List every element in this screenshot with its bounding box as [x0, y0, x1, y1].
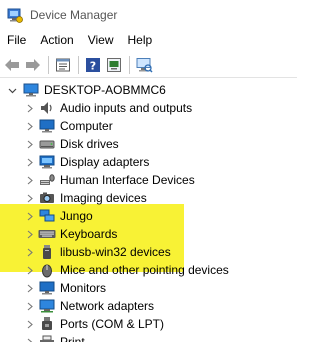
toolbar-separator [129, 55, 130, 74]
chevron-right-icon[interactable] [24, 279, 36, 297]
tree-item-label: Human Interface Devices [60, 173, 195, 187]
forward-arrow-icon[interactable] [23, 55, 43, 75]
tree-item-ports[interactable]: Ports (COM & LPT) [0, 315, 297, 333]
tree-root[interactable]: DESKTOP-AOBMMC6 [0, 81, 297, 99]
tree-item-label: Imaging devices [60, 191, 147, 205]
toolbar: ? [0, 52, 297, 78]
tree-item-label: Keyboards [60, 227, 118, 241]
help-icon[interactable]: ? [83, 55, 103, 75]
tree-item-label: Network adapters [60, 299, 155, 313]
tree-item-mice[interactable]: Mice and other pointing devices [0, 261, 297, 279]
chevron-right-icon[interactable] [24, 315, 36, 333]
window-title: Device Manager [30, 8, 118, 22]
chevron-right-icon[interactable] [24, 333, 36, 342]
title-bar: Device Manager [0, 0, 297, 30]
usb-device-icon [38, 244, 56, 260]
tree-item-label: Display adapters [60, 155, 150, 169]
chevron-down-icon[interactable] [6, 81, 18, 99]
tree-item-display-adapters[interactable]: Display adapters [0, 153, 297, 171]
tree-item-label: libusb-win32 devices [60, 245, 171, 259]
menu-view[interactable]: View [81, 30, 121, 50]
svg-text:?: ? [90, 59, 96, 72]
tree-item-label: Audio inputs and outputs [60, 101, 193, 115]
tree-root-label: DESKTOP-AOBMMC6 [44, 83, 166, 97]
tree-item-label: Computer [60, 119, 113, 133]
menu-file[interactable]: File [0, 30, 33, 50]
menu-help[interactable]: Help [121, 30, 160, 50]
tree-item-label: Disk drives [60, 137, 119, 151]
camera-icon [38, 190, 56, 206]
computer-icon [38, 118, 56, 134]
chevron-right-icon[interactable] [24, 117, 36, 135]
chevron-right-icon[interactable] [24, 207, 36, 225]
chevron-right-icon[interactable] [24, 261, 36, 279]
tree-item-label: Jungo [60, 209, 93, 223]
display-adapter-icon [38, 154, 56, 170]
tree-item-label: Mice and other pointing devices [60, 263, 229, 277]
device-tree[interactable]: DESKTOP-AOBMMC6 Audio inputs and outputs… [0, 81, 297, 342]
disk-drive-icon [38, 136, 56, 152]
tree-item-label: Ports (COM & LPT) [60, 317, 165, 331]
chevron-right-icon[interactable] [24, 153, 36, 171]
chevron-right-icon[interactable] [24, 297, 36, 315]
network-icon [38, 208, 56, 224]
properties-icon[interactable] [53, 55, 73, 75]
toolbar-separator [48, 55, 49, 74]
printer-icon [38, 334, 56, 342]
menu-bar: File Action View Help [0, 30, 297, 50]
tree-item-network-adapters[interactable]: Network adapters [0, 297, 297, 315]
tree-item-keyboards[interactable]: Keyboards [0, 225, 297, 243]
tree-item-label: Monitors [60, 281, 107, 295]
network-adapter-icon [38, 298, 56, 314]
chevron-right-icon[interactable] [24, 99, 36, 117]
tree-item-jungo[interactable]: Jungo [0, 207, 297, 225]
tree-item-audio[interactable]: Audio inputs and outputs [0, 99, 297, 117]
speaker-icon [38, 100, 56, 116]
tree-item-monitors[interactable]: Monitors [0, 279, 297, 297]
scan-hardware-icon[interactable] [134, 55, 154, 75]
tree-item-disk-drives[interactable]: Disk drives [0, 135, 297, 153]
toolbar-separator [78, 55, 79, 74]
tree-item-label: Print... [60, 335, 95, 342]
tree-item-imaging[interactable]: Imaging devices [0, 189, 297, 207]
tree-item-computer[interactable]: Computer [0, 117, 297, 135]
device-manager-app-icon [7, 7, 23, 23]
monitor-icon [38, 280, 56, 296]
hid-icon [38, 172, 56, 188]
menu-action[interactable]: Action [33, 30, 80, 50]
chevron-right-icon[interactable] [24, 243, 36, 261]
computer-icon [22, 82, 40, 98]
chevron-right-icon[interactable] [24, 189, 36, 207]
back-arrow-icon[interactable] [2, 55, 22, 75]
chevron-right-icon[interactable] [24, 171, 36, 189]
keyboard-icon [38, 226, 56, 242]
chevron-right-icon[interactable] [24, 135, 36, 153]
update-driver-icon[interactable] [104, 55, 124, 75]
chevron-right-icon[interactable] [24, 225, 36, 243]
tree-item-libusb[interactable]: libusb-win32 devices [0, 243, 297, 261]
mouse-icon [38, 262, 56, 278]
tree-item-print[interactable]: Print... [0, 333, 297, 342]
port-icon [38, 316, 56, 332]
tree-item-hid[interactable]: Human Interface Devices [0, 171, 297, 189]
